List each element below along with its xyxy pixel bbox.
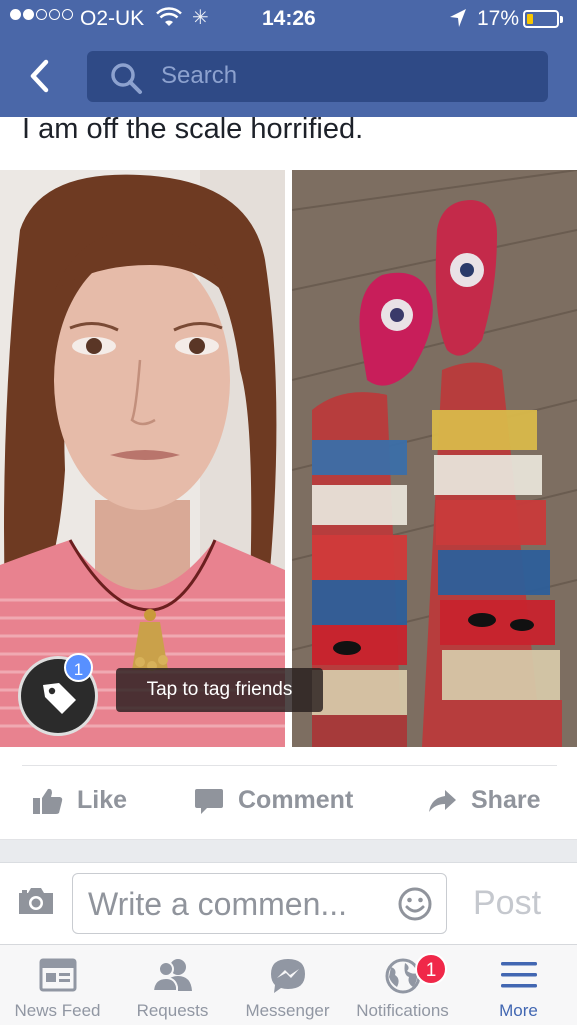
tab-label: News Feed — [14, 1001, 101, 1020]
tag-tooltip[interactable]: Tap to tag friends — [116, 668, 323, 712]
emoji-button[interactable] — [397, 886, 433, 927]
search-icon — [109, 61, 143, 100]
status-bar: O2-UK ✳ 14:26 17% — [0, 0, 577, 38]
share-button[interactable]: Share — [427, 786, 540, 815]
messenger-icon — [270, 959, 305, 993]
tab-news-feed[interactable]: News Feed — [0, 945, 115, 1025]
activity-spinner-icon: ✳ — [192, 7, 209, 29]
friend-requests-icon — [151, 959, 192, 992]
camera-button[interactable] — [17, 886, 55, 921]
tab-label: Requests — [136, 1001, 209, 1020]
share-label: Share — [471, 786, 541, 814]
comment-input[interactable]: Write a commen... — [72, 873, 447, 934]
section-separator — [0, 840, 577, 862]
wifi-icon — [156, 6, 182, 34]
post-photo-right[interactable] — [292, 170, 577, 747]
post-text: I am off the scale horrified. — [22, 113, 364, 145]
post-comment-button[interactable]: Post — [473, 884, 541, 923]
tag-count-badge: 1 — [64, 653, 93, 682]
tab-notifications[interactable]: 1 Notifications — [345, 945, 460, 1025]
location-arrow-icon — [448, 7, 468, 35]
signal-strength-icon — [10, 9, 73, 20]
search-bar[interactable]: Search — [87, 51, 548, 102]
back-chevron-icon — [30, 59, 49, 93]
camera-icon — [19, 888, 53, 914]
share-arrow-icon — [429, 789, 456, 812]
thumbs-up-icon — [33, 788, 63, 814]
tab-label: Messenger — [245, 1001, 330, 1020]
notifications-badge: 1 — [415, 953, 447, 985]
battery-icon — [523, 10, 563, 28]
tab-messenger[interactable]: Messenger — [230, 945, 345, 1025]
menu-icon — [500, 962, 537, 988]
tab-label: Notifications — [356, 1001, 449, 1020]
battery-percent: 17% — [477, 7, 520, 30]
comment-placeholder: Write a commen... — [88, 886, 348, 922]
tab-more[interactable]: More — [460, 945, 577, 1025]
search-placeholder: Search — [161, 62, 238, 89]
back-button[interactable] — [22, 56, 62, 96]
smiley-icon — [398, 887, 432, 921]
clock: 14:26 — [262, 7, 316, 30]
carrier-name: O2-UK — [80, 7, 145, 30]
top-bar: O2-UK ✳ 14:26 17% Search — [0, 0, 577, 117]
like-button[interactable]: Like — [33, 786, 127, 815]
divider — [22, 765, 557, 766]
divider — [0, 862, 577, 863]
news-feed-icon — [39, 958, 76, 992]
comment-label: Comment — [238, 786, 354, 814]
like-label: Like — [77, 786, 128, 814]
post-actions: Like Comment Share — [0, 768, 577, 838]
comment-button[interactable]: Comment — [194, 786, 353, 815]
bottom-tab-bar: News Feed Requests Messenger 1 Notificat… — [0, 944, 577, 1025]
tab-requests[interactable]: Requests — [115, 945, 230, 1025]
comment-bubble-icon — [195, 788, 223, 814]
tab-label: More — [499, 1001, 538, 1020]
